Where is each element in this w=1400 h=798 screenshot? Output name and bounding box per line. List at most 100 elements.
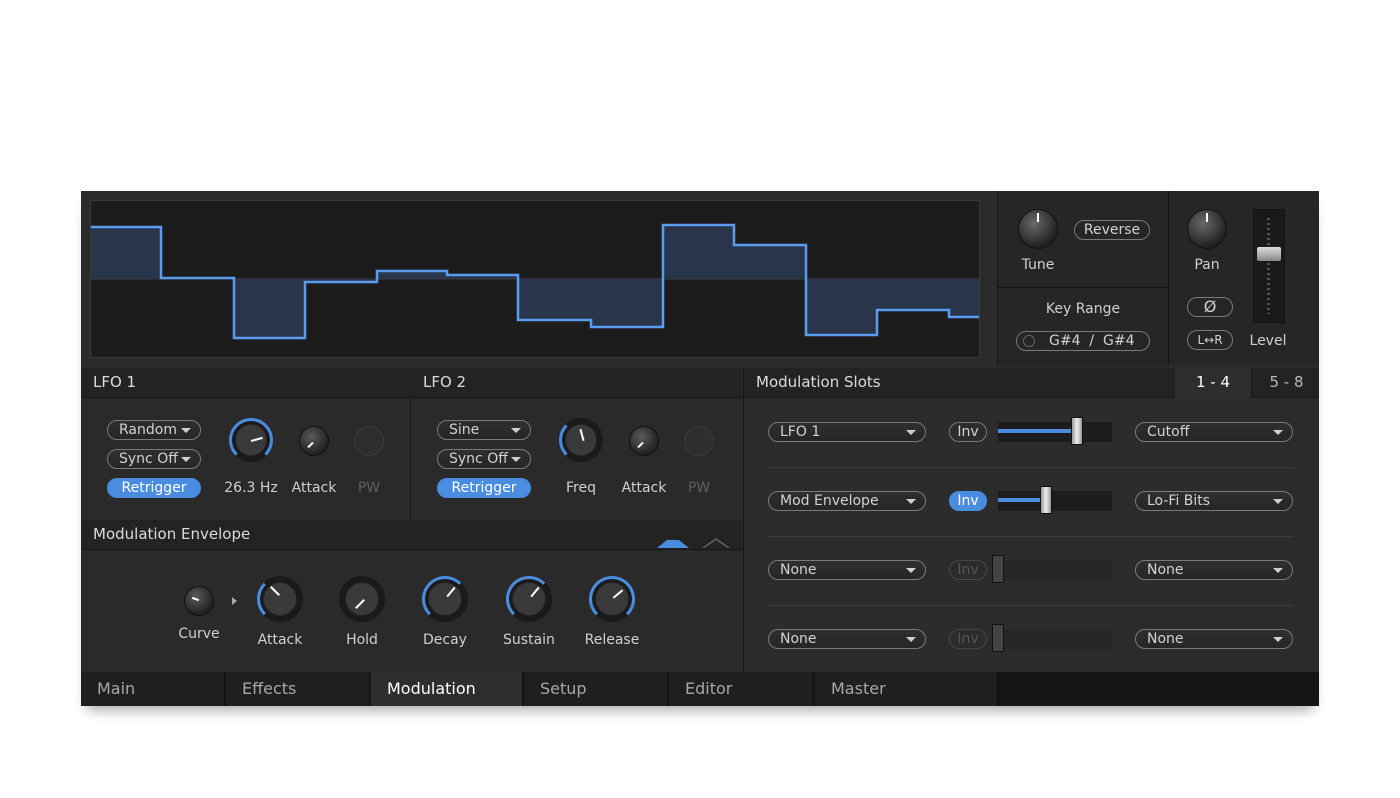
- env-decay-label: Decay: [423, 632, 467, 648]
- tune-knob[interactable]: [1018, 209, 1058, 249]
- env-release-label: Release: [584, 632, 640, 648]
- chevron-down-icon: [1273, 430, 1283, 435]
- lfo2-pw-label: PW: [687, 480, 711, 496]
- mod-slot-source-value: None: [780, 562, 817, 578]
- mod-slot-source-value: LFO 1: [780, 424, 821, 440]
- level-fader-handle[interactable]: [1257, 247, 1281, 261]
- mod-slot-target-value: None: [1147, 562, 1184, 578]
- mod-slot-invert-button[interactable]: Inv: [949, 491, 987, 511]
- lfo1-wave-dropdown[interactable]: Random: [107, 420, 201, 440]
- lfo1-freq-knob[interactable]: [229, 418, 273, 462]
- lfo2-attack-knob[interactable]: [629, 426, 659, 456]
- mod-slot-row: None Inv None: [744, 624, 1319, 659]
- chevron-right-icon: [232, 597, 237, 605]
- chevron-down-icon: [1273, 568, 1283, 573]
- tab-modulation[interactable]: Modulation: [371, 672, 523, 706]
- mod-slot-invert-button[interactable]: Inv: [949, 422, 987, 442]
- tune-label: Tune: [1021, 257, 1055, 273]
- env-attack-knob[interactable]: [257, 576, 303, 622]
- mod-slot-amount-handle[interactable]: [992, 624, 1004, 652]
- mod-slot-amount-slider[interactable]: [992, 624, 1112, 652]
- mod-slot-invert-button[interactable]: Inv: [949, 629, 987, 649]
- waveform-graph: [91, 223, 979, 340]
- mod-slot-source-value: None: [780, 631, 817, 647]
- lfo1-retrigger-button[interactable]: Retrigger: [107, 478, 201, 498]
- pan-knob[interactable]: [1187, 209, 1227, 249]
- mod-slot-target-dropdown[interactable]: Lo-Fi Bits: [1135, 491, 1293, 511]
- lfo2-retrigger-button[interactable]: Retrigger: [437, 478, 531, 498]
- mod-slot-amount-handle[interactable]: [992, 555, 1004, 583]
- lfo1-attack-knob[interactable]: [299, 426, 329, 456]
- lfo2-sync-dropdown[interactable]: Sync Off: [437, 449, 531, 469]
- env-shape-a-icon[interactable]: [657, 529, 689, 548]
- mod-slot-source-dropdown[interactable]: LFO 1: [768, 422, 926, 442]
- lfo1-freq-value: 26.3 Hz: [224, 480, 278, 496]
- lfo2-panel: Sine Sync Off Retrigger Freq Attack PW: [411, 398, 742, 520]
- env-sustain-knob[interactable]: [506, 576, 552, 622]
- env-attack-label: Attack: [257, 632, 303, 648]
- tab-setup[interactable]: Setup: [524, 672, 668, 706]
- mod-slot-source-dropdown[interactable]: None: [768, 560, 926, 580]
- mod-slot-separator: [768, 605, 1293, 606]
- key-range-value: G#4 / G#4: [1049, 333, 1135, 349]
- mod-slot-amount-handle[interactable]: [1070, 417, 1083, 445]
- lfo2-wave-value: Sine: [449, 422, 480, 438]
- mod-slots-tab-5-8[interactable]: 5 - 8: [1251, 368, 1319, 397]
- mod-slot-separator: [768, 467, 1293, 468]
- mod-slot-source-dropdown[interactable]: Mod Envelope: [768, 491, 926, 511]
- modulation-plugin-window: Tune Reverse Key Range G#4 / G#4 Pan Ø L…: [81, 191, 1319, 706]
- mod-slot-target-dropdown[interactable]: None: [1135, 629, 1293, 649]
- chevron-down-icon: [906, 430, 916, 435]
- mod-slot-amount-slider[interactable]: [998, 417, 1112, 445]
- tab-effects[interactable]: Effects: [226, 672, 370, 706]
- mod-slot-target-dropdown[interactable]: None: [1135, 560, 1293, 580]
- lfo2-pw-knob[interactable]: [684, 426, 714, 456]
- mod-env-header: Modulation Envelope: [81, 520, 742, 550]
- lfo1-attack-label: Attack: [291, 480, 337, 496]
- mod-slots-tab-1-4[interactable]: 1 - 4: [1175, 368, 1251, 398]
- env-release-knob[interactable]: [589, 576, 635, 622]
- env-decay-knob[interactable]: [422, 576, 468, 622]
- mod-slots-header: Modulation Slots 1 - 4 5 - 8: [743, 368, 1319, 398]
- mod-slot-target-value: None: [1147, 631, 1184, 647]
- mod-slot-source-dropdown[interactable]: None: [768, 629, 926, 649]
- mod-slot-amount-slider[interactable]: [998, 486, 1112, 514]
- lfo1-pw-knob[interactable]: [354, 426, 384, 456]
- lr-swap-button[interactable]: L↔R: [1187, 330, 1233, 350]
- lfo2-title: LFO 2: [423, 373, 467, 391]
- key-range-field[interactable]: G#4 / G#4: [1016, 331, 1150, 351]
- pan-label: Pan: [1194, 257, 1220, 273]
- env-hold-knob[interactable]: [339, 576, 385, 622]
- lfo2-freq-knob[interactable]: [559, 418, 603, 462]
- mod-slot-source-value: Mod Envelope: [780, 493, 879, 509]
- mod-slot-target-value: Cutoff: [1147, 424, 1190, 440]
- mod-slot-invert-button[interactable]: Inv: [949, 560, 987, 580]
- lfo2-wave-dropdown[interactable]: Sine: [437, 420, 531, 440]
- lfo2-sync-value: Sync Off: [449, 451, 508, 467]
- env-shape-b-icon[interactable]: [702, 529, 730, 549]
- chevron-down-icon: [906, 568, 916, 573]
- level-label: Level: [1249, 333, 1287, 349]
- mod-slot-amount-slider[interactable]: [992, 555, 1112, 583]
- lfo1-sync-value: Sync Off: [119, 451, 178, 467]
- tab-master[interactable]: Master: [815, 672, 998, 706]
- lfo2-attack-label: Attack: [621, 480, 667, 496]
- lfo1-panel: Random Sync Off Retrigger 26.3 Hz Attack…: [81, 398, 411, 520]
- env-curve-knob[interactable]: [184, 586, 214, 616]
- lfo2-header: LFO 2: [411, 368, 742, 398]
- tab-editor[interactable]: Editor: [669, 672, 813, 706]
- tab-main[interactable]: Main: [81, 672, 225, 706]
- mod-slot-target-dropdown[interactable]: Cutoff: [1135, 422, 1293, 442]
- phase-invert-button[interactable]: Ø: [1187, 297, 1233, 317]
- mod-slot-amount-handle[interactable]: [1039, 486, 1052, 514]
- reverse-button[interactable]: Reverse: [1074, 220, 1150, 240]
- level-fader[interactable]: [1253, 209, 1285, 323]
- lfo1-pw-label: PW: [357, 480, 381, 496]
- env-curve-label: Curve: [178, 626, 220, 642]
- mod-slots-panel: LFO 1 Inv Cutoff Mod Envelope Inv Lo-Fi Bits N…: [743, 398, 1319, 672]
- mod-slot-row: LFO 1 Inv Cutoff: [744, 417, 1319, 452]
- chevron-down-icon: [1273, 499, 1283, 504]
- lfo1-sync-dropdown[interactable]: Sync Off: [107, 449, 201, 469]
- lfo1-wave-value: Random: [119, 422, 177, 438]
- mod-slots-title: Modulation Slots: [756, 373, 881, 391]
